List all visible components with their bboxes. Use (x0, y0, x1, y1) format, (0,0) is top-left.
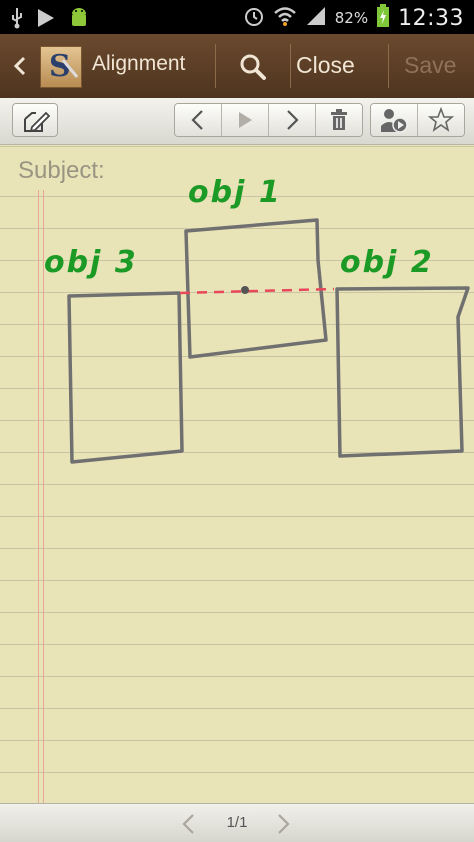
next-page-button[interactable] (272, 812, 294, 840)
play-button[interactable] (222, 104, 269, 136)
edit-mode-button[interactable] (12, 103, 58, 137)
usb-icon (10, 7, 24, 33)
close-button[interactable]: Close (296, 52, 355, 79)
voice-record-icon (381, 109, 408, 133)
previous-button[interactable] (175, 104, 222, 136)
star-icon (428, 107, 454, 132)
object-2-box (335, 286, 470, 458)
extras-group (370, 103, 465, 137)
object-1-box (184, 218, 328, 359)
alarm-icon (243, 5, 265, 31)
wifi-icon (273, 5, 297, 31)
note-title: Alignment (92, 52, 186, 75)
play-store-icon (36, 7, 56, 33)
alignment-center-dot (241, 286, 249, 294)
note-canvas[interactable]: Subject: obj 1 obj 2 obj 3 (0, 145, 474, 805)
navigation-group (174, 103, 363, 137)
play-icon (239, 112, 252, 128)
app-logo[interactable]: S (40, 46, 82, 88)
battery-charging-icon (376, 4, 390, 32)
app-window: 82% 12:33 S Alignment Close Save Subject… (0, 0, 474, 842)
alignment-guide-line (179, 287, 335, 295)
search-icon[interactable] (236, 50, 270, 84)
divider (290, 44, 291, 88)
favorite-button[interactable] (418, 104, 464, 136)
back-arrow-icon[interactable] (8, 52, 30, 80)
action-bar: S Alignment Close Save (0, 34, 474, 99)
save-button[interactable]: Save (404, 52, 456, 79)
page-indicator: 1/1 (226, 814, 248, 831)
previous-page-button[interactable] (178, 812, 200, 840)
delete-button[interactable] (316, 104, 362, 136)
handwriting-drawing (67, 218, 470, 464)
status-bar: 82% 12:33 (0, 0, 474, 34)
next-button[interactable] (269, 104, 316, 136)
object-3-label: obj 3 (44, 245, 138, 280)
edit-toolbar (0, 98, 474, 145)
divider (215, 44, 216, 88)
chevron-left-icon (182, 814, 194, 834)
object-2-label: obj 2 (340, 245, 434, 280)
object-3-box (67, 291, 184, 464)
battery-percent: 82% (334, 9, 369, 27)
page-navigator: 1/1 (0, 803, 474, 842)
trash-icon (331, 109, 347, 130)
clock: 12:33 (398, 5, 464, 31)
chevron-left-icon (191, 110, 203, 130)
divider (388, 44, 389, 88)
object-1-label: obj 1 (188, 175, 282, 210)
pen-edit-icon (24, 111, 50, 133)
voice-memo-button[interactable] (371, 104, 418, 136)
signal-icon (305, 5, 327, 31)
chevron-right-icon (278, 814, 290, 834)
chevron-right-icon (287, 110, 299, 130)
android-debug-icon (68, 6, 90, 34)
